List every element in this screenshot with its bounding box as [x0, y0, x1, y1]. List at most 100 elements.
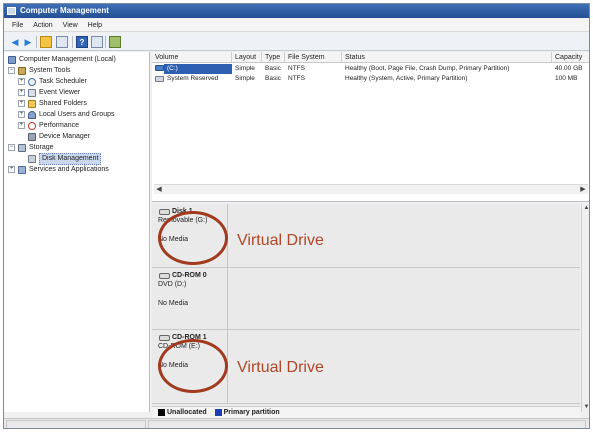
- storage-icon: [18, 144, 26, 152]
- disk-graphical-view: Disk 1 Removable (G:) No Media Virtual D…: [152, 204, 580, 422]
- volume-list: Volume Layout Type File System Status Ca…: [152, 52, 589, 202]
- menu-help[interactable]: Help: [88, 19, 102, 32]
- status-cell: [6, 420, 146, 428]
- column-file-system[interactable]: File System: [285, 52, 342, 63]
- column-capacity[interactable]: Capacity: [552, 52, 589, 63]
- expand-icon[interactable]: +: [18, 111, 25, 118]
- disk-media-status: No Media: [158, 300, 188, 307]
- volume-name: System Reserved: [167, 75, 219, 82]
- navigation-tree: Computer Management (Local) − System Too…: [4, 52, 150, 412]
- menu-file[interactable]: File: [12, 19, 23, 32]
- column-layout[interactable]: Layout: [232, 52, 262, 63]
- disk-row[interactable]: CD-ROM 1 CD-ROM (E:) No Media Virtual Dr…: [152, 330, 580, 404]
- tree-label: Storage: [29, 144, 54, 151]
- cd-rom-icon: [159, 335, 170, 341]
- window-title: Computer Management: [20, 6, 109, 15]
- tools-icon: [18, 67, 26, 75]
- menu-action[interactable]: Action: [33, 19, 52, 32]
- volume-capacity: 100 MB: [555, 75, 578, 82]
- volume-status: Healthy (Boot, Page File, Crash Dump, Pr…: [345, 65, 510, 72]
- horizontal-scrollbar[interactable]: ◀ ▶: [154, 184, 588, 194]
- disk-legend: Unallocated Primary partition: [152, 406, 580, 418]
- tree-label: Device Manager: [39, 133, 90, 140]
- menu-bar: File Action View Help: [4, 19, 589, 32]
- tree-label: Disk Management: [39, 153, 102, 165]
- removable-disk-icon: [159, 209, 170, 215]
- clock-icon: [28, 78, 36, 86]
- column-type[interactable]: Type: [262, 52, 285, 63]
- toolbar-separator: [105, 36, 106, 48]
- disk-row[interactable]: Disk 1 Removable (G:) No Media Virtual D…: [152, 204, 580, 268]
- volume-status: Healthy (System, Active, Primary Partiti…: [345, 75, 468, 82]
- volume-file-system: NTFS: [288, 65, 305, 72]
- performance-icon: [28, 122, 36, 130]
- disk-management-icon: [28, 155, 36, 163]
- column-volume[interactable]: Volume: [152, 52, 232, 63]
- toolbar-separator: [72, 36, 73, 48]
- tree-label: Services and Applications: [29, 166, 109, 173]
- table-row[interactable]: (C:) Simple Basic NTFS Healthy (Boot, Pa…: [152, 64, 589, 74]
- properties-icon[interactable]: [91, 36, 103, 48]
- tree-label: Event Viewer: [39, 89, 81, 96]
- scroll-down-arrow-icon[interactable]: ▼: [582, 403, 589, 412]
- scroll-left-arrow-icon[interactable]: ◀: [154, 185, 164, 195]
- virtual-drive-annotation: Virtual Drive: [237, 359, 324, 376]
- collapse-icon[interactable]: −: [8, 67, 15, 74]
- volume-type: Basic: [265, 65, 281, 72]
- scroll-right-arrow-icon[interactable]: ▶: [578, 185, 588, 195]
- disk-name: CD-ROM 0: [172, 272, 207, 279]
- expand-icon[interactable]: +: [8, 166, 15, 173]
- volume-type: Basic: [265, 75, 281, 82]
- users-icon: [28, 111, 36, 119]
- forward-arrow-icon[interactable]: ▶: [22, 36, 34, 48]
- volume-list-header: Volume Layout Type File System Status Ca…: [152, 52, 589, 63]
- volume-capacity: 40.00 GB: [555, 65, 583, 72]
- status-bar: [4, 418, 589, 428]
- tree-label: System Tools: [29, 67, 71, 74]
- computer-management-icon: [7, 7, 16, 15]
- unallocated-swatch: [158, 408, 165, 416]
- expand-icon[interactable]: +: [18, 78, 25, 85]
- table-row[interactable]: System Reserved Simple Basic NTFS Health…: [152, 74, 589, 84]
- annotation-circle: [158, 339, 228, 393]
- volume-name: (C:): [164, 64, 232, 74]
- column-status[interactable]: Status: [342, 52, 552, 63]
- virtual-drive-annotation: Virtual Drive: [237, 232, 324, 249]
- tree-label: Computer Management (Local): [19, 56, 116, 63]
- computer-icon: [8, 56, 16, 64]
- up-folder-icon[interactable]: [40, 36, 52, 48]
- legend-primary-partition: Primary partition: [223, 409, 280, 416]
- expand-icon[interactable]: +: [18, 89, 25, 96]
- help-icon[interactable]: ?: [76, 36, 88, 48]
- tree-label: Local Users and Groups: [39, 111, 115, 118]
- expand-icon[interactable]: +: [18, 122, 25, 129]
- title-bar[interactable]: Computer Management: [4, 4, 589, 18]
- device-manager-icon: [28, 133, 36, 141]
- volume-layout: Simple: [235, 65, 255, 72]
- menu-view[interactable]: View: [63, 19, 78, 32]
- expand-icon[interactable]: +: [18, 100, 25, 107]
- volume-icon: [155, 65, 164, 71]
- disk-info[interactable]: CD-ROM 0 DVD (D:) No Media: [152, 268, 228, 329]
- toolbar-separator: [36, 36, 37, 48]
- event-viewer-icon: [28, 89, 36, 97]
- collapse-icon[interactable]: −: [8, 144, 15, 151]
- disk-action-icon[interactable]: [109, 36, 121, 48]
- computer-management-window: Computer Management File Action View Hel…: [3, 3, 590, 429]
- annotation-circle: [158, 211, 228, 265]
- scroll-up-arrow-icon[interactable]: ▲: [582, 204, 589, 213]
- primary-partition-swatch: [214, 408, 222, 416]
- status-cell: [148, 420, 586, 428]
- tree-label: Task Scheduler: [39, 78, 87, 85]
- tree-label: Shared Folders: [39, 100, 87, 107]
- volume-file-system: NTFS: [288, 75, 305, 82]
- vertical-scrollbar[interactable]: ▲ ▼: [581, 204, 589, 412]
- back-arrow-icon[interactable]: ◀: [9, 36, 21, 48]
- volume-icon: [155, 76, 164, 82]
- disk-row[interactable]: CD-ROM 0 DVD (D:) No Media: [152, 268, 580, 330]
- shared-folder-icon: [28, 100, 36, 108]
- volume-layout: Simple: [235, 75, 255, 82]
- cd-rom-icon: [159, 273, 170, 279]
- disk-label: DVD (D:): [158, 281, 187, 288]
- show-hide-tree-icon[interactable]: [56, 36, 68, 48]
